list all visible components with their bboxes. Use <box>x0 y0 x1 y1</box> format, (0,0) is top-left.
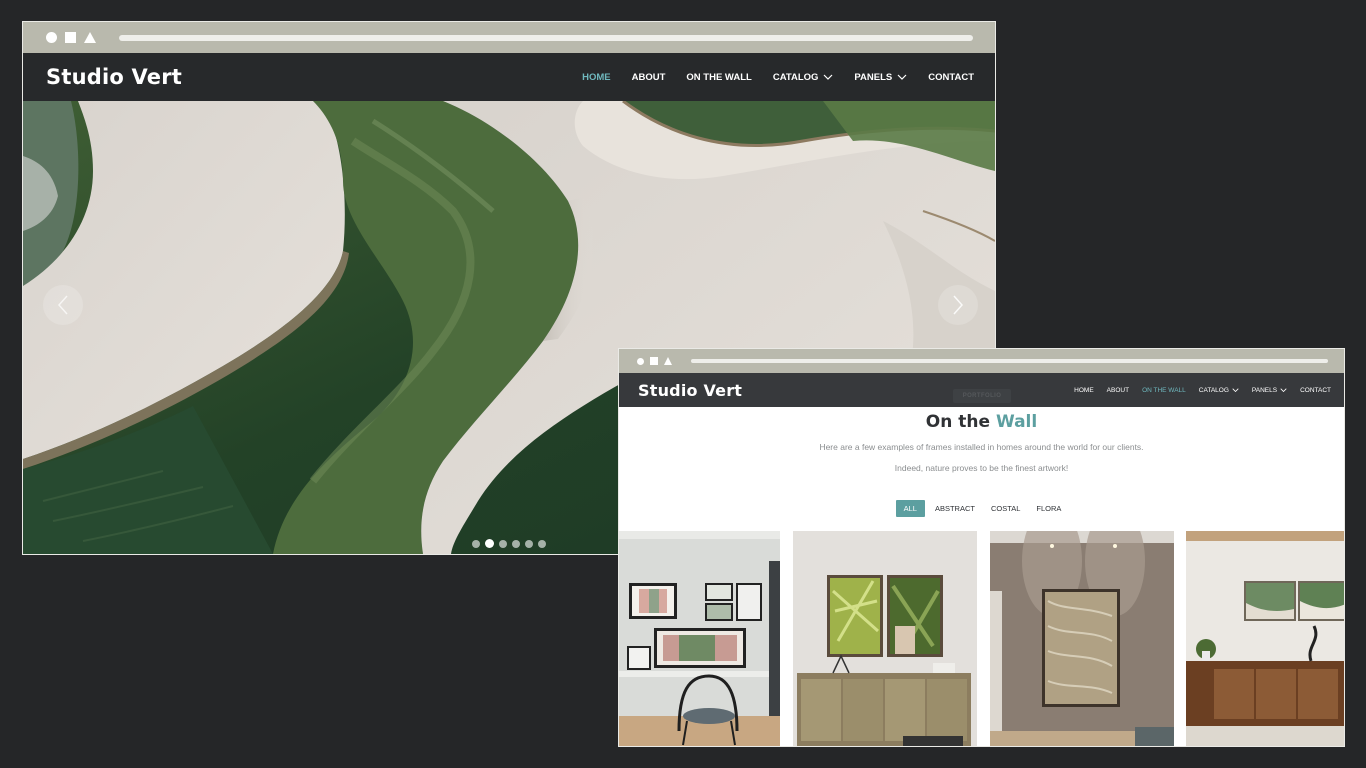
room-photo <box>990 531 1174 746</box>
chevron-down-icon <box>1232 388 1239 392</box>
portfolio-item-gallery-wall[interactable] <box>619 531 780 746</box>
slider-dot[interactable] <box>472 539 480 548</box>
section-tag: PORTFOLIO <box>953 389 1011 403</box>
portfolio-item-coastal-diptych[interactable] <box>1186 531 1344 746</box>
room-photo <box>619 531 780 746</box>
chevron-down-icon <box>1280 388 1287 392</box>
room-photo <box>1186 531 1344 746</box>
dropdown-indicator <box>1232 388 1239 392</box>
portfolio-item-water-frame[interactable] <box>990 531 1174 746</box>
chevron-down-icon <box>823 74 833 80</box>
site-logo[interactable]: Studio Vert <box>638 381 742 400</box>
site-logo[interactable]: Studio Vert <box>46 65 182 89</box>
slider-next-button[interactable] <box>938 285 978 325</box>
address-bar[interactable] <box>119 35 973 41</box>
nav-catalog[interactable]: CATALOG <box>1199 387 1239 394</box>
filter-abstract[interactable]: ABSTRACT <box>929 500 981 517</box>
nav-on-the-wall[interactable]: ON THE WALL <box>686 72 751 83</box>
slider-dot[interactable] <box>499 539 507 548</box>
browser-toolbar <box>23 22 995 53</box>
nav-label: CONTACT <box>1300 386 1331 394</box>
slider-dot[interactable] <box>485 539 494 548</box>
nav-panels[interactable]: PANELS <box>1252 387 1287 394</box>
slider-dot[interactable] <box>512 539 520 548</box>
nav-contact[interactable]: CONTACT <box>928 72 974 83</box>
slider-dot[interactable] <box>538 539 546 548</box>
nav-about[interactable]: ABOUT <box>1107 387 1129 394</box>
section-description-line1: Here are a few examples of frames instal… <box>819 442 1144 452</box>
portfolio-gallery <box>619 531 1344 746</box>
section-description-line2: Indeed, nature proves to be the finest a… <box>894 463 1069 473</box>
portfolio-item-palm-diptych[interactable] <box>793 531 977 746</box>
nav-label: PANELS <box>854 71 893 83</box>
chevron-down-icon <box>897 74 907 80</box>
nav-label: ON THE WALL <box>686 71 752 83</box>
filter-all[interactable]: ALL <box>895 500 925 517</box>
main-menu: HOME ABOUT ON THE WALL CATALOG PANELS CONTACT <box>1061 387 1331 394</box>
nav-label: ABOUT <box>631 71 666 83</box>
chevron-left-icon <box>57 295 68 315</box>
section-title-lead: On the <box>925 412 991 432</box>
filter-flora[interactable]: FLORA <box>1030 500 1067 517</box>
nav-contact[interactable]: CONTACT <box>1300 387 1331 394</box>
square-icon <box>65 32 76 43</box>
nav-label: ON THE WALL <box>1142 386 1186 394</box>
nav-label: HOME <box>582 71 611 83</box>
browser-toolbar <box>619 349 1344 373</box>
slider-dot[interactable] <box>525 539 533 548</box>
nav-home[interactable]: HOME <box>1074 387 1094 394</box>
browser-window-on-the-wall: Studio Vert HOME ABOUT ON THE WALL CATALOG P… <box>618 348 1345 747</box>
nav-on-the-wall[interactable]: ON THE WALL <box>1142 387 1186 394</box>
triangle-icon <box>84 32 96 43</box>
room-photo <box>793 531 977 746</box>
section-title: On the Wall <box>619 412 1344 432</box>
circle-icon <box>46 32 57 43</box>
nav-home[interactable]: HOME <box>582 72 611 83</box>
slider-prev-button[interactable] <box>43 285 83 325</box>
triangle-icon <box>664 357 672 365</box>
circle-icon <box>637 357 644 365</box>
nav-catalog[interactable]: CATALOG <box>773 72 834 83</box>
square-icon <box>650 357 658 365</box>
dropdown-indicator <box>1280 388 1287 392</box>
nav-label: HOME <box>1074 386 1094 394</box>
nav-label: ABOUT <box>1106 386 1130 394</box>
section-title-accent: Wall <box>995 412 1038 432</box>
nav-label: CATALOG <box>1198 386 1229 394</box>
main-menu: HOME ABOUT ON THE WALL CATALOG PANELS CONTACT <box>561 72 974 83</box>
nav-panels[interactable]: PANELS <box>854 72 907 83</box>
address-bar[interactable] <box>691 359 1328 363</box>
portfolio-filters: ALL ABSTRACT COSTAL FLORA <box>619 500 1344 517</box>
nav-label: CATALOG <box>772 71 819 83</box>
nav-about[interactable]: ABOUT <box>632 72 666 83</box>
chevron-right-icon <box>953 295 964 315</box>
site-header: Studio Vert HOME ABOUT ON THE WALL CATALOG P… <box>23 53 995 101</box>
nav-label: PANELS <box>1251 386 1278 394</box>
filter-costal[interactable]: COSTAL <box>985 500 1026 517</box>
nav-label: CONTACT <box>928 71 974 83</box>
dropdown-indicator <box>823 74 833 80</box>
dropdown-indicator <box>897 74 907 80</box>
